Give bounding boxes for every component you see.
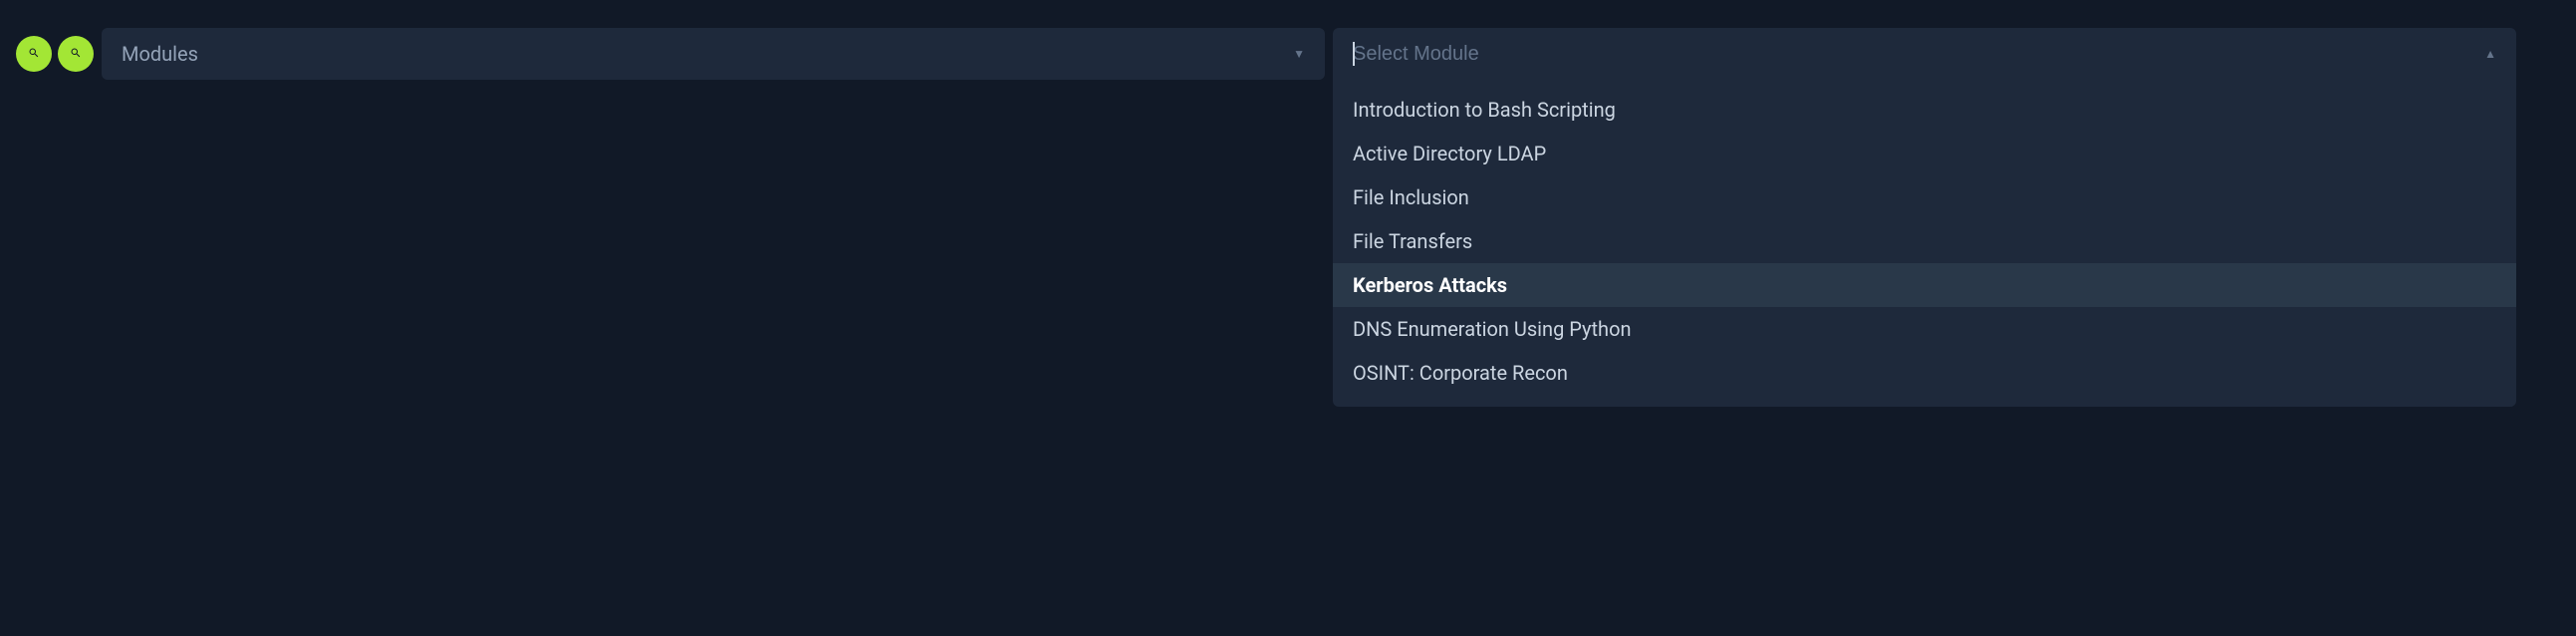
search-button-2[interactable] (58, 36, 94, 72)
module-option-highlighted[interactable]: Kerberos Attacks (1333, 263, 2516, 307)
chevron-down-icon: ▼ (1293, 47, 1305, 61)
main-container: Modules ▼ ▲ Introduction to Bash Scripti… (0, 28, 2576, 407)
module-option[interactable]: Introduction to Bash Scripting (1333, 88, 2516, 132)
text-cursor (1353, 42, 1355, 66)
select-module-input-wrapper[interactable]: ▲ (1333, 28, 2516, 80)
module-options-list: Introduction to Bash Scripting Active Di… (1333, 80, 2516, 407)
search-button-1[interactable] (16, 36, 52, 72)
module-option[interactable]: Active Directory LDAP (1333, 132, 2516, 175)
search-icon (70, 47, 82, 62)
module-option[interactable]: OSINT: Corporate Recon (1333, 351, 2516, 395)
modules-dropdown-label: Modules (122, 42, 198, 66)
select-module-input[interactable] (1353, 43, 2496, 66)
modules-dropdown[interactable]: Modules ▼ (102, 28, 1325, 80)
search-icon (28, 47, 40, 62)
module-option[interactable]: File Inclusion (1333, 175, 2516, 219)
chevron-up-icon: ▲ (2484, 47, 2496, 61)
module-option[interactable]: File Transfers (1333, 219, 2516, 263)
select-module-dropdown: ▲ Introduction to Bash Scripting Active … (1333, 28, 2516, 407)
module-option[interactable]: DNS Enumeration Using Python (1333, 307, 2516, 351)
icon-button-group (16, 36, 94, 72)
